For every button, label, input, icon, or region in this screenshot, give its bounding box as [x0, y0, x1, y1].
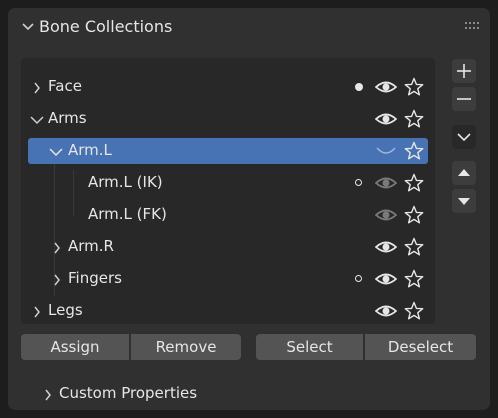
assign-button[interactable]: Assign	[21, 334, 129, 360]
panel-title: Bone Collections	[39, 17, 173, 36]
move-up-button[interactable]	[452, 161, 476, 185]
chevron-right-icon[interactable]	[53, 242, 61, 254]
star-icon[interactable]	[404, 173, 424, 193]
chevron-right-icon[interactable]	[33, 306, 41, 318]
specials-menu-button[interactable]	[452, 125, 476, 149]
deselect-button[interactable]: Deselect	[365, 334, 476, 360]
tree-row-arm-l-fk[interactable]: Arm.L (FK)	[21, 202, 435, 228]
eye-icon[interactable]	[375, 78, 397, 96]
tree-row-fingers[interactable]: Fingers	[21, 266, 435, 292]
minus-icon	[457, 98, 471, 100]
custom-properties-subpanel[interactable]: Custom Properties	[8, 380, 490, 408]
eye-icon[interactable]	[375, 270, 397, 288]
chevron-down-icon	[22, 23, 34, 31]
chevron-down-icon[interactable]	[30, 116, 44, 126]
triangle-up-icon	[458, 169, 470, 176]
remove-collection-button[interactable]	[452, 87, 476, 111]
panel-header[interactable]: Bone Collections	[8, 8, 490, 48]
hollow-dot-icon	[355, 275, 362, 282]
active-dot-icon	[355, 83, 363, 91]
tree-row-label: Arm.L (IK)	[88, 173, 163, 191]
star-icon[interactable]	[404, 269, 424, 289]
tree-row-arm-l-ik[interactable]: Arm.L (IK)	[21, 170, 435, 196]
chevron-down-icon[interactable]	[49, 148, 63, 158]
remove-button[interactable]: Remove	[131, 334, 241, 360]
star-icon[interactable]	[404, 109, 424, 129]
eye-icon[interactable]	[375, 302, 397, 320]
tree-row-label: Legs	[48, 301, 83, 319]
chevron-right-icon[interactable]	[33, 82, 41, 94]
star-icon[interactable]	[404, 205, 424, 225]
plus-icon	[457, 64, 471, 78]
drag-grip-icon[interactable]	[464, 21, 480, 31]
tree-row-label: Arm.L (FK)	[88, 205, 167, 223]
eye-icon[interactable]	[375, 206, 397, 224]
bone-collections-tree[interactable]: Face Arms Arm.L Arm.L (IK) Arm.L (FK) Ar…	[21, 58, 435, 324]
eye-icon[interactable]	[375, 110, 397, 128]
tree-row-face[interactable]: Face	[21, 74, 435, 100]
eye-icon[interactable]	[375, 174, 397, 192]
tree-row-label: Arm.L	[68, 141, 112, 159]
subpanel-title: Custom Properties	[59, 384, 198, 402]
add-collection-button[interactable]	[452, 59, 476, 83]
move-down-button[interactable]	[452, 189, 476, 213]
star-icon[interactable]	[404, 301, 424, 321]
tree-row-label: Arms	[48, 109, 87, 127]
bone-collections-panel: Bone Collections Face Arms Arm.L Arm.L (…	[8, 8, 490, 410]
eye-closed-icon[interactable]	[375, 142, 397, 160]
tree-row-label: Arm.R	[68, 237, 114, 255]
eye-icon[interactable]	[375, 238, 397, 256]
tree-row-arm-r[interactable]: Arm.R	[21, 234, 435, 260]
tree-row-arms[interactable]: Arms	[21, 106, 435, 132]
select-button[interactable]: Select	[256, 334, 363, 360]
tree-row-label: Face	[48, 77, 82, 95]
tree-row-arm-l[interactable]: Arm.L	[21, 138, 435, 164]
tree-row-legs[interactable]: Legs	[21, 298, 435, 324]
tree-row-label: Fingers	[68, 269, 122, 287]
star-icon[interactable]	[404, 141, 424, 161]
hollow-dot-icon	[355, 179, 362, 186]
chevron-right-icon	[45, 389, 51, 401]
triangle-down-icon	[458, 198, 470, 205]
star-icon[interactable]	[404, 237, 424, 257]
chevron-down-icon	[457, 133, 471, 142]
chevron-right-icon[interactable]	[53, 274, 61, 286]
star-icon[interactable]	[404, 77, 424, 97]
